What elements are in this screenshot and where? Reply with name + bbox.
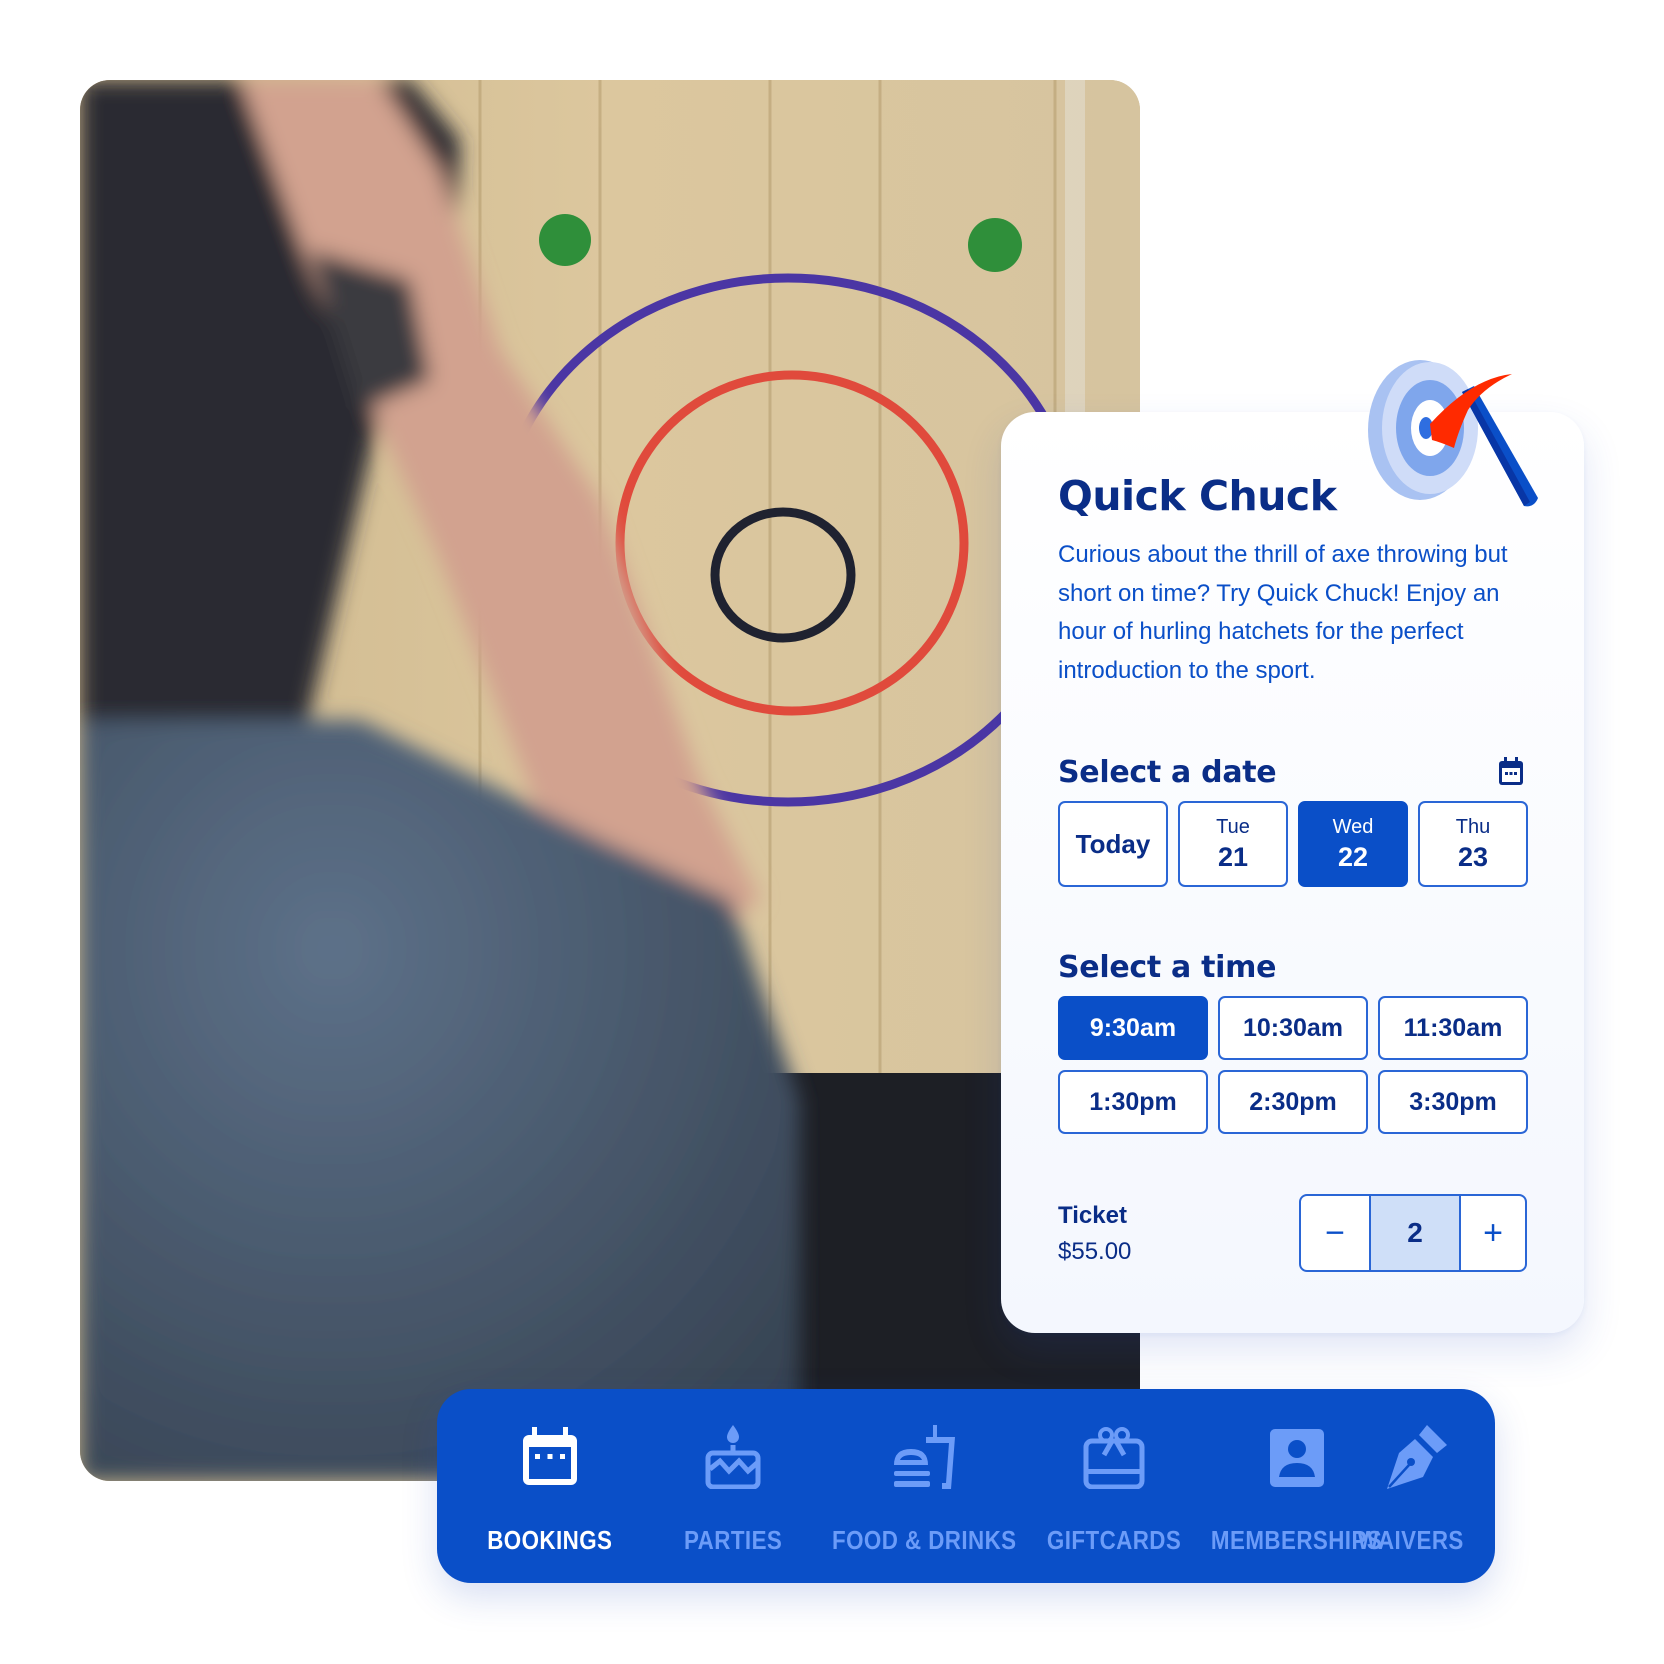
nav-item-giftcards[interactable]: GIFTCARDS [1044,1389,1184,1583]
nav-item-bookings[interactable]: BOOKINGS [487,1389,613,1583]
time-option[interactable]: 3:30pm [1378,1070,1528,1134]
date-option-tue-21[interactable]: Tue 21 [1178,801,1288,887]
ticket-quantity-stepper: − 2 + [1299,1194,1527,1272]
quantity-value[interactable]: 2 [1371,1196,1461,1270]
calendar-icon[interactable] [1497,757,1525,787]
time-options: 9:30am 10:30am 11:30am 1:30pm 2:30pm 3:3… [1058,996,1528,1134]
date-option-weekday: Wed [1332,816,1374,838]
booking-card: Quick Chuck Curious about the thrill of … [1001,412,1584,1333]
decrement-button[interactable]: − [1301,1196,1371,1270]
nav-label: FOOD & DRINKS [831,1525,1017,1555]
date-option-weekday: Tue [1216,816,1250,838]
date-option-day: 21 [1217,842,1249,872]
time-option[interactable]: 1:30pm [1058,1070,1208,1134]
time-option[interactable]: 11:30am [1378,996,1528,1060]
member-badge-icon [1270,1429,1324,1487]
date-option-thu-23[interactable]: Thu 23 [1418,801,1528,887]
card-title: Quick Chuck [1058,472,1337,520]
date-option-wed-22[interactable]: Wed 22 [1298,801,1408,887]
ticket-price: $55.00 [1058,1238,1132,1265]
card-description: Curious about the thrill of axe throwing… [1058,541,1508,684]
date-option-day: 23 [1457,842,1489,872]
increment-button[interactable]: + [1461,1196,1525,1270]
date-option-weekday: Thu [1455,816,1491,838]
nav-label: BOOKINGS [487,1525,613,1555]
time-option[interactable]: 9:30am [1058,996,1208,1060]
nav-item-waivers[interactable]: WAIVERS [1341,1389,1481,1583]
nav-item-food-drinks[interactable]: FOOD & DRINKS [824,1389,1024,1583]
date-options: Today Tue 21 Wed 22 Thu 23 [1058,801,1528,887]
hero-photo [80,80,1140,1481]
time-option[interactable]: 10:30am [1218,996,1368,1060]
select-time-label: Select a time [1058,950,1277,985]
nav-item-parties[interactable]: PARTIES [673,1389,793,1583]
calendar-icon [523,1427,577,1485]
nav-label: PARTIES [683,1525,783,1555]
birthday-cake-icon [705,1425,761,1489]
nav-label: GIFTCARDS [1046,1525,1182,1555]
select-date-label: Select a date [1058,755,1277,790]
date-option-label: Today [1075,828,1151,859]
date-option-today[interactable]: Today [1058,801,1168,887]
time-option[interactable]: 2:30pm [1218,1070,1368,1134]
axe-throwing-photo [80,80,1140,1481]
date-option-day: 22 [1337,842,1369,872]
burger-drink-icon [894,1425,955,1489]
fountain-pen-icon [1387,1425,1447,1489]
ticket-label: Ticket [1058,1202,1127,1229]
target-with-axe-icon [1368,360,1538,507]
bottom-nav: BOOKINGS PARTIES FOOD & DRINKS GIFTCARDS… [437,1389,1495,1583]
nav-label: WAIVERS [1357,1525,1465,1555]
gift-card-icon [1083,1427,1145,1489]
